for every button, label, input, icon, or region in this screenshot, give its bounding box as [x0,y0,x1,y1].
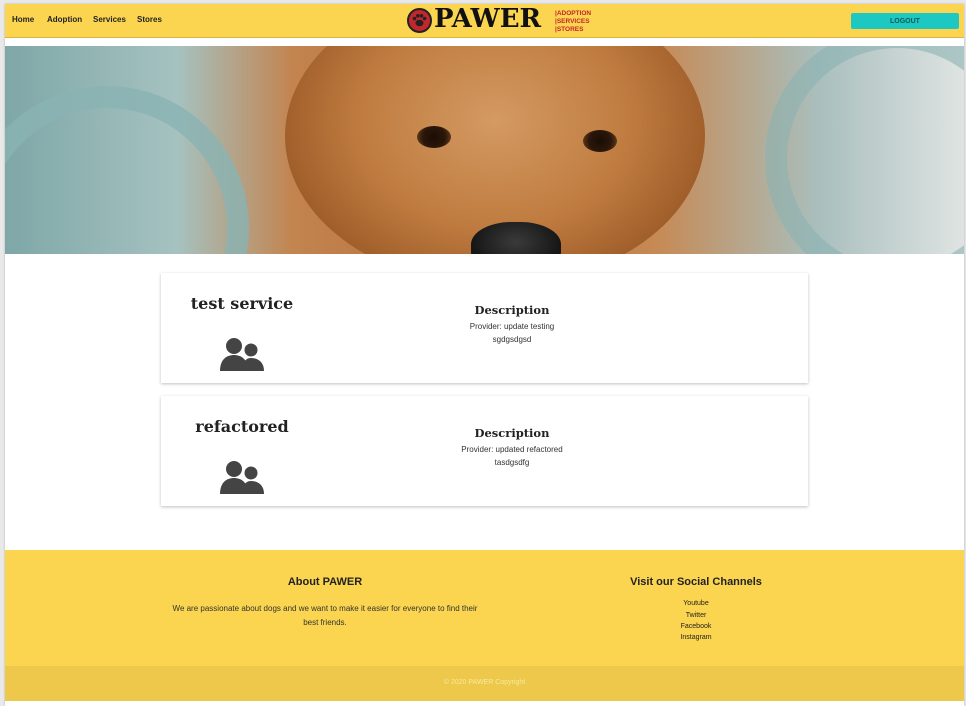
social-link-youtube[interactable]: Youtube [646,600,746,607]
hero-dog-eye-right [583,130,617,152]
logo-tag-adoption: |ADOPTION [555,10,592,17]
description-heading: Description [474,426,550,440]
navbar: Home Adoption Services Stores PAWER |ADO… [5,4,964,38]
service-description-text: tasdgsdfg [494,458,530,467]
social-link-instagram[interactable]: Instagram [646,634,746,641]
social-title: Visit our Social Channels [630,576,762,588]
copyright-text: © 2020 PAWER Copyright [443,679,526,686]
logo-tagline: |ADOPTION |SERVICES |STORES [555,10,591,34]
description-heading: Description [474,303,550,317]
about-title: About PAWER [287,576,363,588]
service-title: refactored [195,417,289,436]
logo[interactable]: PAWER |ADOPTION |SERVICES |STORES [407,4,599,34]
service-title: test service [190,294,294,313]
logo-tag-stores: |STORES [555,26,584,33]
service-card[interactable]: refactored Description Provider: updated… [161,396,808,506]
service-card[interactable]: test service Description Provider: updat… [161,273,808,383]
nav-link-adoption[interactable]: Adoption [47,15,82,24]
about-text: We are passionate about dogs and we want… [172,604,478,627]
logout-button[interactable]: LOGOUT [851,13,959,29]
hero-dog-nose [471,222,561,254]
nav-link-services[interactable]: Services [93,15,126,24]
hero-banner-image [5,46,964,254]
hero-ring-right [765,46,964,254]
service-description-text: sgdgsdgsd [492,335,532,344]
people-group-icon [220,338,264,371]
nav-link-home[interactable]: Home [12,15,34,24]
footer: About PAWER We are passionate about dogs… [5,550,964,666]
hero-ring-left [5,86,249,254]
service-provider-text: Provider: update testing [469,322,555,331]
social-link-facebook[interactable]: Facebook [646,623,746,630]
logo-wordmark: PAWER [434,4,542,34]
service-provider-text: Provider: updated refactored [461,445,563,454]
logo-tag-services: |SERVICES [555,18,590,25]
social-link-twitter[interactable]: Twitter [646,612,746,619]
hero-dog-eye-left [417,126,451,148]
paw-icon [407,8,432,33]
nav-link-stores[interactable]: Stores [137,15,162,24]
people-group-icon [220,461,264,494]
copyright-bar: © 2020 PAWER Copyright [5,666,964,701]
page: Home Adoption Services Stores PAWER |ADO… [5,4,964,706]
